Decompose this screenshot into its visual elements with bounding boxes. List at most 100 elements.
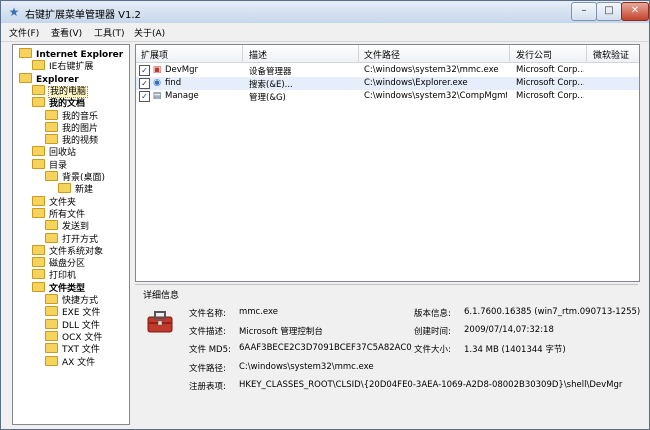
folder-icon <box>45 318 58 329</box>
tree-item[interactable]: 文件夹 <box>32 195 77 208</box>
tree-item[interactable]: 打印机 <box>32 269 77 281</box>
tree-item[interactable]: 回收站 <box>32 146 77 158</box>
row-company: Microsoft Corp... <box>516 91 584 101</box>
path-label: 文件路径: <box>189 364 226 374</box>
col-header-item[interactable]: 扩展项 <box>141 48 168 61</box>
col-header-verify[interactable]: 微软验证 <box>593 48 629 61</box>
details-title: 详细信息 <box>143 291 180 301</box>
tree-item[interactable]: 所有文件 <box>32 207 86 220</box>
tree-item[interactable]: 我的视频 <box>45 134 99 146</box>
tree-item[interactable]: DLL 文件 <box>45 318 101 331</box>
column-divider[interactable] <box>509 45 510 62</box>
tree-item[interactable]: EXE 文件 <box>45 306 101 318</box>
tree-item[interactable]: 新建 <box>58 183 94 195</box>
folder-icon <box>19 72 32 83</box>
folder-icon <box>32 207 45 218</box>
menu-bar: 文件(F) 查看(V) 工具(T) 关于(A) <box>1 23 649 42</box>
menu-about[interactable]: 关于(A) <box>134 26 165 39</box>
folder-icon <box>32 195 45 206</box>
column-divider[interactable] <box>586 45 587 62</box>
tree-item[interactable]: 我的文档 <box>32 97 86 109</box>
col-header-desc[interactable]: 描述 <box>249 48 267 61</box>
column-divider[interactable] <box>242 45 243 62</box>
folder-icon <box>45 121 58 132</box>
enable-checkbox[interactable]: ✓ <box>139 91 150 102</box>
folder-icon <box>45 134 58 145</box>
row-name: DevMgr <box>165 65 199 75</box>
list-header: 扩展项 描述 文件路径 发行公司 微软验证 <box>136 45 639 63</box>
tree-item[interactable]: TXT 文件 <box>45 343 101 355</box>
tree-item-label: 发送到 <box>62 222 90 233</box>
created-label: 创建时间: <box>414 327 451 337</box>
registry-value: HKEY_CLASSES_ROOT\CLSID\{20D04FE0-3AEA-1… <box>239 380 623 390</box>
tree-item[interactable]: IE右键扩展 <box>32 60 94 72</box>
category-tree[interactable]: Internet Explorer IE右键扩展 Explorer 我的电脑 我的文档我… <box>12 44 130 425</box>
folder-icon <box>45 220 58 231</box>
app-star-icon: ★ <box>8 5 20 19</box>
title-bar[interactable]: ★ 右键扩展菜单管理器 V1.2 – □ ✕ <box>1 1 649 23</box>
tree-item[interactable]: 我的图片 <box>45 121 99 134</box>
folder-icon <box>45 355 58 366</box>
list-row[interactable]: ✓ ▣ DevMgr 设备管理器 C:\windows\system32\mmc… <box>136 64 639 77</box>
tree-item[interactable]: 文件类型 <box>32 281 86 294</box>
menu-file[interactable]: 文件(F) <box>9 26 39 39</box>
enable-checkbox[interactable]: ✓ <box>139 65 150 76</box>
tree-item[interactable]: Explorer <box>19 72 80 85</box>
registry-label: 注册表项: <box>189 382 226 392</box>
tree-item-label: TXT 文件 <box>62 345 100 356</box>
column-divider[interactable] <box>358 45 359 62</box>
folder-icon <box>32 269 45 280</box>
list-row[interactable]: ✓ ◉ find 搜索(&E)... C:\windows\Explorer.e… <box>136 77 639 90</box>
window-title: 右键扩展菜单管理器 V1.2 <box>25 10 141 21</box>
row-desc: 搜索(&E)... <box>249 80 293 90</box>
row-company: Microsoft Corp... <box>516 65 584 75</box>
tree-item[interactable]: 文件系统对象 <box>32 244 104 257</box>
tree-item[interactable]: 背景(桌面) <box>45 171 106 183</box>
enable-checkbox[interactable]: ✓ <box>139 78 150 89</box>
tree-item[interactable]: 我的音乐 <box>45 109 99 122</box>
maximize-button[interactable]: □ <box>596 2 622 21</box>
menu-tools[interactable]: 工具(T) <box>94 26 125 39</box>
md5-label: 文件 MD5: <box>189 345 231 355</box>
tree-item[interactable]: 磁盘分区 <box>32 257 86 269</box>
tree-item[interactable]: 目录 <box>32 158 68 171</box>
folder-icon <box>45 109 58 120</box>
tree-item-label: 快捷方式 <box>62 296 99 306</box>
path-value: C:\windows\system32\mmc.exe <box>239 362 374 372</box>
client-area: Internet Explorer IE右键扩展 Explorer 我的电脑 我的文档我… <box>1 42 649 429</box>
tree-item-label: 我的图片 <box>62 123 99 134</box>
tree-item-label: 我的电脑 <box>48 85 89 98</box>
folder-icon <box>45 306 58 317</box>
folder-icon <box>32 158 45 169</box>
size-value: 1.34 MB (1401344 字节) <box>464 345 566 355</box>
tree-item[interactable]: Internet Explorer <box>19 48 124 60</box>
tree-item-label: 我的文档 <box>49 99 86 110</box>
menu-view[interactable]: 查看(V) <box>51 26 82 39</box>
col-header-company[interactable]: 发行公司 <box>516 48 552 61</box>
tree-item-label: 新建 <box>75 185 94 196</box>
tree-item-label: Explorer <box>36 74 79 85</box>
tree-item[interactable]: 打开方式 <box>45 232 99 245</box>
col-header-path[interactable]: 文件路径 <box>364 48 400 61</box>
tree-item[interactable]: 发送到 <box>45 220 90 232</box>
minimize-button[interactable]: – <box>571 2 597 21</box>
tree-item[interactable]: OCX 文件 <box>45 330 103 343</box>
extension-list[interactable]: 扩展项 描述 文件路径 发行公司 微软验证 ✓ ▣ DevMgr 设备管理器 C… <box>135 44 640 282</box>
folder-icon <box>19 48 32 58</box>
tree-item[interactable]: 快捷方式 <box>45 294 99 306</box>
folder-icon <box>45 232 58 243</box>
tree-item-label: OCX 文件 <box>62 332 103 343</box>
toolbox-icon <box>147 311 173 333</box>
tree-item-label: 回收站 <box>49 148 77 159</box>
tree-item[interactable]: AX 文件 <box>45 355 96 368</box>
device-manager-icon: ▣ <box>152 65 162 75</box>
row-path: C:\windows\Explorer.exe <box>364 78 468 88</box>
tree-item-label: 文件系统对象 <box>49 246 104 257</box>
folder-icon <box>32 97 45 108</box>
version-label: 版本信息: <box>414 309 451 319</box>
close-button[interactable]: ✕ <box>621 2 649 21</box>
computer-management-icon: ▤ <box>152 91 162 101</box>
folder-icon <box>45 171 58 181</box>
tree-item[interactable]: 我的电脑 <box>32 84 89 98</box>
list-row[interactable]: ✓ ▤ Manage 管理(&G) C:\windows\system32\Co… <box>136 90 639 103</box>
